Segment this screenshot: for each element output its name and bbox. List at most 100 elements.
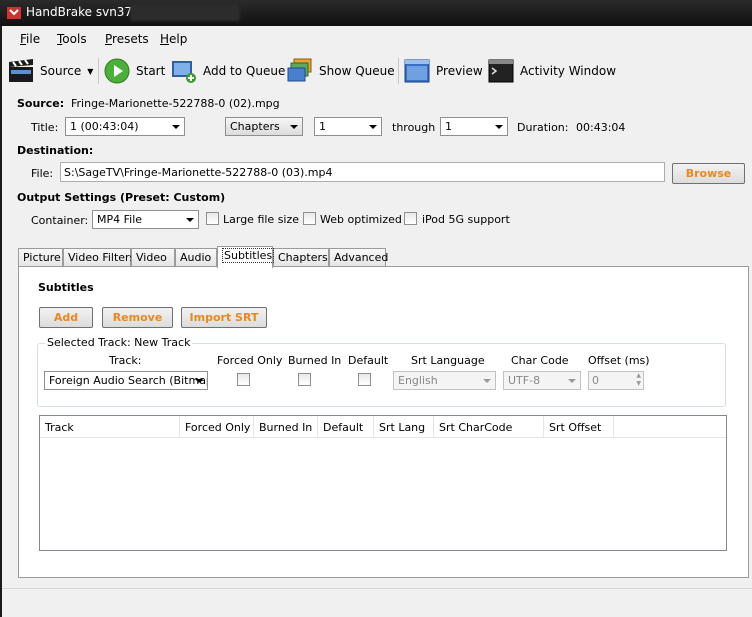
burned-in-checkbox[interactable] [298, 373, 311, 386]
default-checkbox[interactable] [358, 373, 371, 386]
container-label: Container: [31, 214, 89, 227]
import-srt-button[interactable]: Import SRT [181, 307, 267, 328]
source-label: Source [40, 64, 82, 78]
destination-heading: Destination: [17, 144, 94, 157]
char-code-select[interactable]: UTF-8 [503, 371, 581, 390]
track-select-value: Foreign Audio Search (Bitmap [49, 374, 208, 387]
clapperboard-icon [9, 59, 33, 82]
add-subtitle-button[interactable]: Add [39, 307, 93, 328]
chevron-down-icon: ▼ [87, 66, 94, 76]
title-bar: HandBrake svn3707 [0, 0, 752, 26]
table-header: Track Forced Only Burned In Default Srt … [40, 416, 726, 438]
dropdown-arrow-icon [568, 379, 576, 383]
menu-bar: File Tools Presets Help [2, 29, 752, 49]
tab-chapters[interactable]: Chapters [273, 248, 329, 267]
dropdown-arrow-icon [495, 125, 503, 129]
browse-button[interactable]: Browse [672, 163, 745, 184]
source-button[interactable]: Source ▼ [8, 56, 93, 86]
default-label: Default [348, 354, 389, 367]
large-file-checkbox[interactable] [206, 212, 219, 225]
forced-only-checkbox[interactable] [237, 373, 250, 386]
web-optimized-checkbox[interactable] [303, 212, 316, 225]
duration-value: 00:43:04 [576, 121, 626, 134]
offset-label: Offset (ms) [588, 354, 650, 367]
ipod-checkbox[interactable] [404, 212, 417, 225]
output-settings-heading: Output Settings (Preset: Custom) [17, 191, 226, 204]
char-code-value: UTF-8 [508, 374, 541, 387]
status-bar [2, 588, 752, 612]
column-default[interactable]: Default [318, 416, 374, 438]
subtitles-panel: Subtitles Add Remove Import SRT Selected… [18, 266, 749, 578]
column-burned-in[interactable]: Burned In [254, 416, 318, 438]
forced-only-label: Forced Only [217, 354, 283, 367]
range-start-select[interactable]: 1 [314, 117, 382, 136]
srt-language-label: Srt Language [411, 354, 485, 367]
menu-tools[interactable]: Tools [57, 32, 87, 46]
tab-audio[interactable]: Audio [175, 248, 217, 267]
title-select[interactable]: 1 (00:43:04) [65, 117, 185, 136]
dropdown-arrow-icon [195, 379, 203, 383]
range-type-select[interactable]: Chapters [225, 117, 303, 136]
show-queue-icon [287, 58, 312, 82]
source-filename: Fringe-Marionette-522788-0 (02).mpg [71, 97, 280, 110]
column-forced-only[interactable]: Forced Only [180, 416, 254, 438]
char-code-label: Char Code [511, 354, 569, 367]
column-srt-charcode[interactable]: Srt CharCode [434, 416, 544, 438]
add-to-queue-icon [172, 61, 196, 83]
container-select[interactable]: MP4 File [92, 210, 199, 229]
column-srt-lang[interactable]: Srt Lang [374, 416, 434, 438]
activity-window-label: Activity Window [520, 64, 617, 78]
destination-file-input[interactable]: S:\SageTV\Fringe-Marionette-522788-0 (03… [60, 162, 665, 182]
subtitles-heading: Subtitles [38, 281, 94, 294]
tab-video[interactable]: Video [131, 248, 175, 267]
menu-file[interactable]: File [20, 32, 40, 46]
preview-window-icon [404, 59, 430, 83]
tab-subtitles-label: Subtitles [222, 248, 275, 263]
ipod-label: iPod 5G support [422, 213, 510, 226]
start-label: Start [136, 64, 166, 78]
large-file-label: Large file size [223, 213, 300, 226]
srt-language-select[interactable]: English [393, 371, 496, 390]
offset-stepper[interactable]: 0 ▲ ▼ [588, 371, 644, 390]
destination-file-value: S:\SageTV\Fringe-Marionette-522788-0 (03… [64, 166, 333, 179]
column-srt-offset[interactable]: Srt Offset [544, 416, 614, 438]
title-select-value: 1 (00:43:04) [70, 120, 139, 133]
column-track[interactable]: Track [40, 416, 180, 438]
start-button[interactable]: Start [104, 56, 165, 86]
dropdown-arrow-icon [483, 379, 491, 383]
menu-help[interactable]: Help [160, 32, 187, 46]
dropdown-arrow-icon [290, 125, 298, 129]
dropdown-arrow-icon [172, 125, 180, 129]
subtitle-tracks-table[interactable]: Track Forced Only Burned In Default Srt … [39, 415, 727, 551]
web-optimized-label: Web optimized [320, 213, 402, 226]
toolbar-separator [98, 58, 99, 84]
selected-track-label: Selected Track: New Track [45, 336, 193, 349]
show-queue-button[interactable]: Show Queue [287, 56, 395, 86]
tab-video-filters[interactable]: Video Filters [63, 248, 135, 267]
activity-window-button[interactable]: Activity Window [488, 56, 616, 86]
menu-presets[interactable]: Presets [105, 32, 149, 46]
range-start-value: 1 [319, 120, 326, 133]
track-select[interactable]: Foreign Audio Search (Bitmap [44, 371, 208, 390]
file-label: File: [31, 167, 54, 180]
range-type-value: Chapters [230, 120, 280, 133]
spin-up-icon[interactable]: ▲ [636, 372, 641, 379]
burned-in-label: Burned In [288, 354, 342, 367]
range-end-select[interactable]: 1 [440, 117, 508, 136]
preview-button[interactable]: Preview [404, 56, 483, 86]
through-label: through [392, 121, 436, 134]
duration-label: Duration: [517, 121, 569, 134]
add-to-queue-button[interactable]: Add to Queue [171, 56, 285, 86]
show-queue-label: Show Queue [319, 64, 395, 78]
spin-down-icon[interactable]: ▼ [636, 380, 641, 387]
tab-advanced[interactable]: Advanced [329, 248, 388, 267]
srt-language-value: English [398, 374, 438, 387]
handbrake-app-icon [7, 7, 21, 19]
blurred-tab [130, 4, 240, 21]
tab-subtitles[interactable]: Subtitles [217, 246, 275, 268]
preview-label: Preview [436, 64, 483, 78]
remove-subtitle-button[interactable]: Remove [102, 307, 173, 328]
terminal-icon [488, 59, 514, 83]
tab-picture[interactable]: Picture [18, 248, 63, 267]
container-select-value: MP4 File [97, 213, 143, 226]
